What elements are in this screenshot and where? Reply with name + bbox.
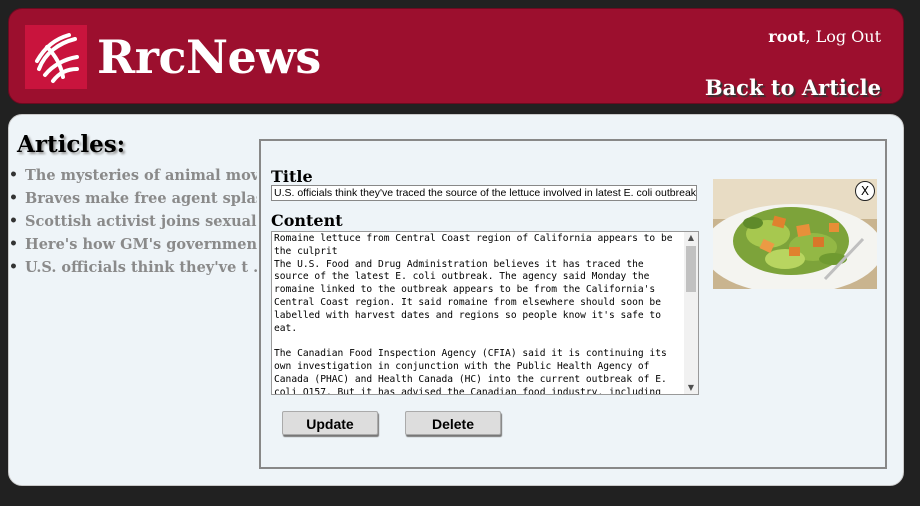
article-image	[713, 179, 877, 289]
title-label: Title	[271, 167, 313, 186]
user-area: root, Log Out	[768, 27, 881, 46]
article-editor-form: Title U.S. officials think they've trace…	[259, 139, 887, 469]
back-to-article-link[interactable]: Back to Article	[705, 75, 881, 100]
scroll-down-arrow-icon[interactable]: ▼	[684, 382, 698, 394]
articles-heading: Articles:	[17, 131, 126, 158]
main-panel: Articles: The mysteries of animal moveme…	[8, 114, 904, 486]
scroll-up-arrow-icon[interactable]: ▲	[684, 232, 698, 244]
username: root	[768, 27, 806, 46]
update-button[interactable]: Update	[282, 411, 378, 435]
content-scrollbar[interactable]: ▲ ▼	[684, 232, 698, 394]
content-label: Content	[271, 211, 343, 230]
delete-button[interactable]: Delete	[405, 411, 501, 435]
article-list-item[interactable]: Braves make free agent splash ...	[9, 190, 257, 213]
scroll-thumb[interactable]	[686, 246, 696, 292]
brand-title[interactable]: RrcNews	[97, 27, 321, 87]
site-header: RrcNews root, Log Out Back to Article	[8, 8, 904, 104]
article-list: The mysteries of animal moveme ... Brave…	[9, 167, 257, 282]
article-list-item[interactable]: U.S. officials think they've t ...	[9, 259, 257, 282]
article-list-item[interactable]: Scottish activist joins sexual ...	[9, 213, 257, 236]
content-textarea[interactable]: Romaine lettuce from Central Coast regio…	[271, 231, 699, 395]
content-text[interactable]: Romaine lettuce from Central Coast regio…	[274, 233, 682, 394]
logo-icon[interactable]	[25, 25, 87, 89]
article-list-item[interactable]: The mysteries of animal moveme ...	[9, 167, 257, 190]
article-list-item[interactable]: Here's how GM's government sub	[9, 236, 257, 259]
title-input[interactable]: U.S. officials think they've traced the …	[271, 185, 697, 201]
user-separator: ,	[805, 27, 811, 46]
remove-image-button[interactable]: X	[855, 181, 875, 201]
logout-link[interactable]: Log Out	[816, 27, 881, 46]
salad-photo-icon	[713, 179, 877, 289]
